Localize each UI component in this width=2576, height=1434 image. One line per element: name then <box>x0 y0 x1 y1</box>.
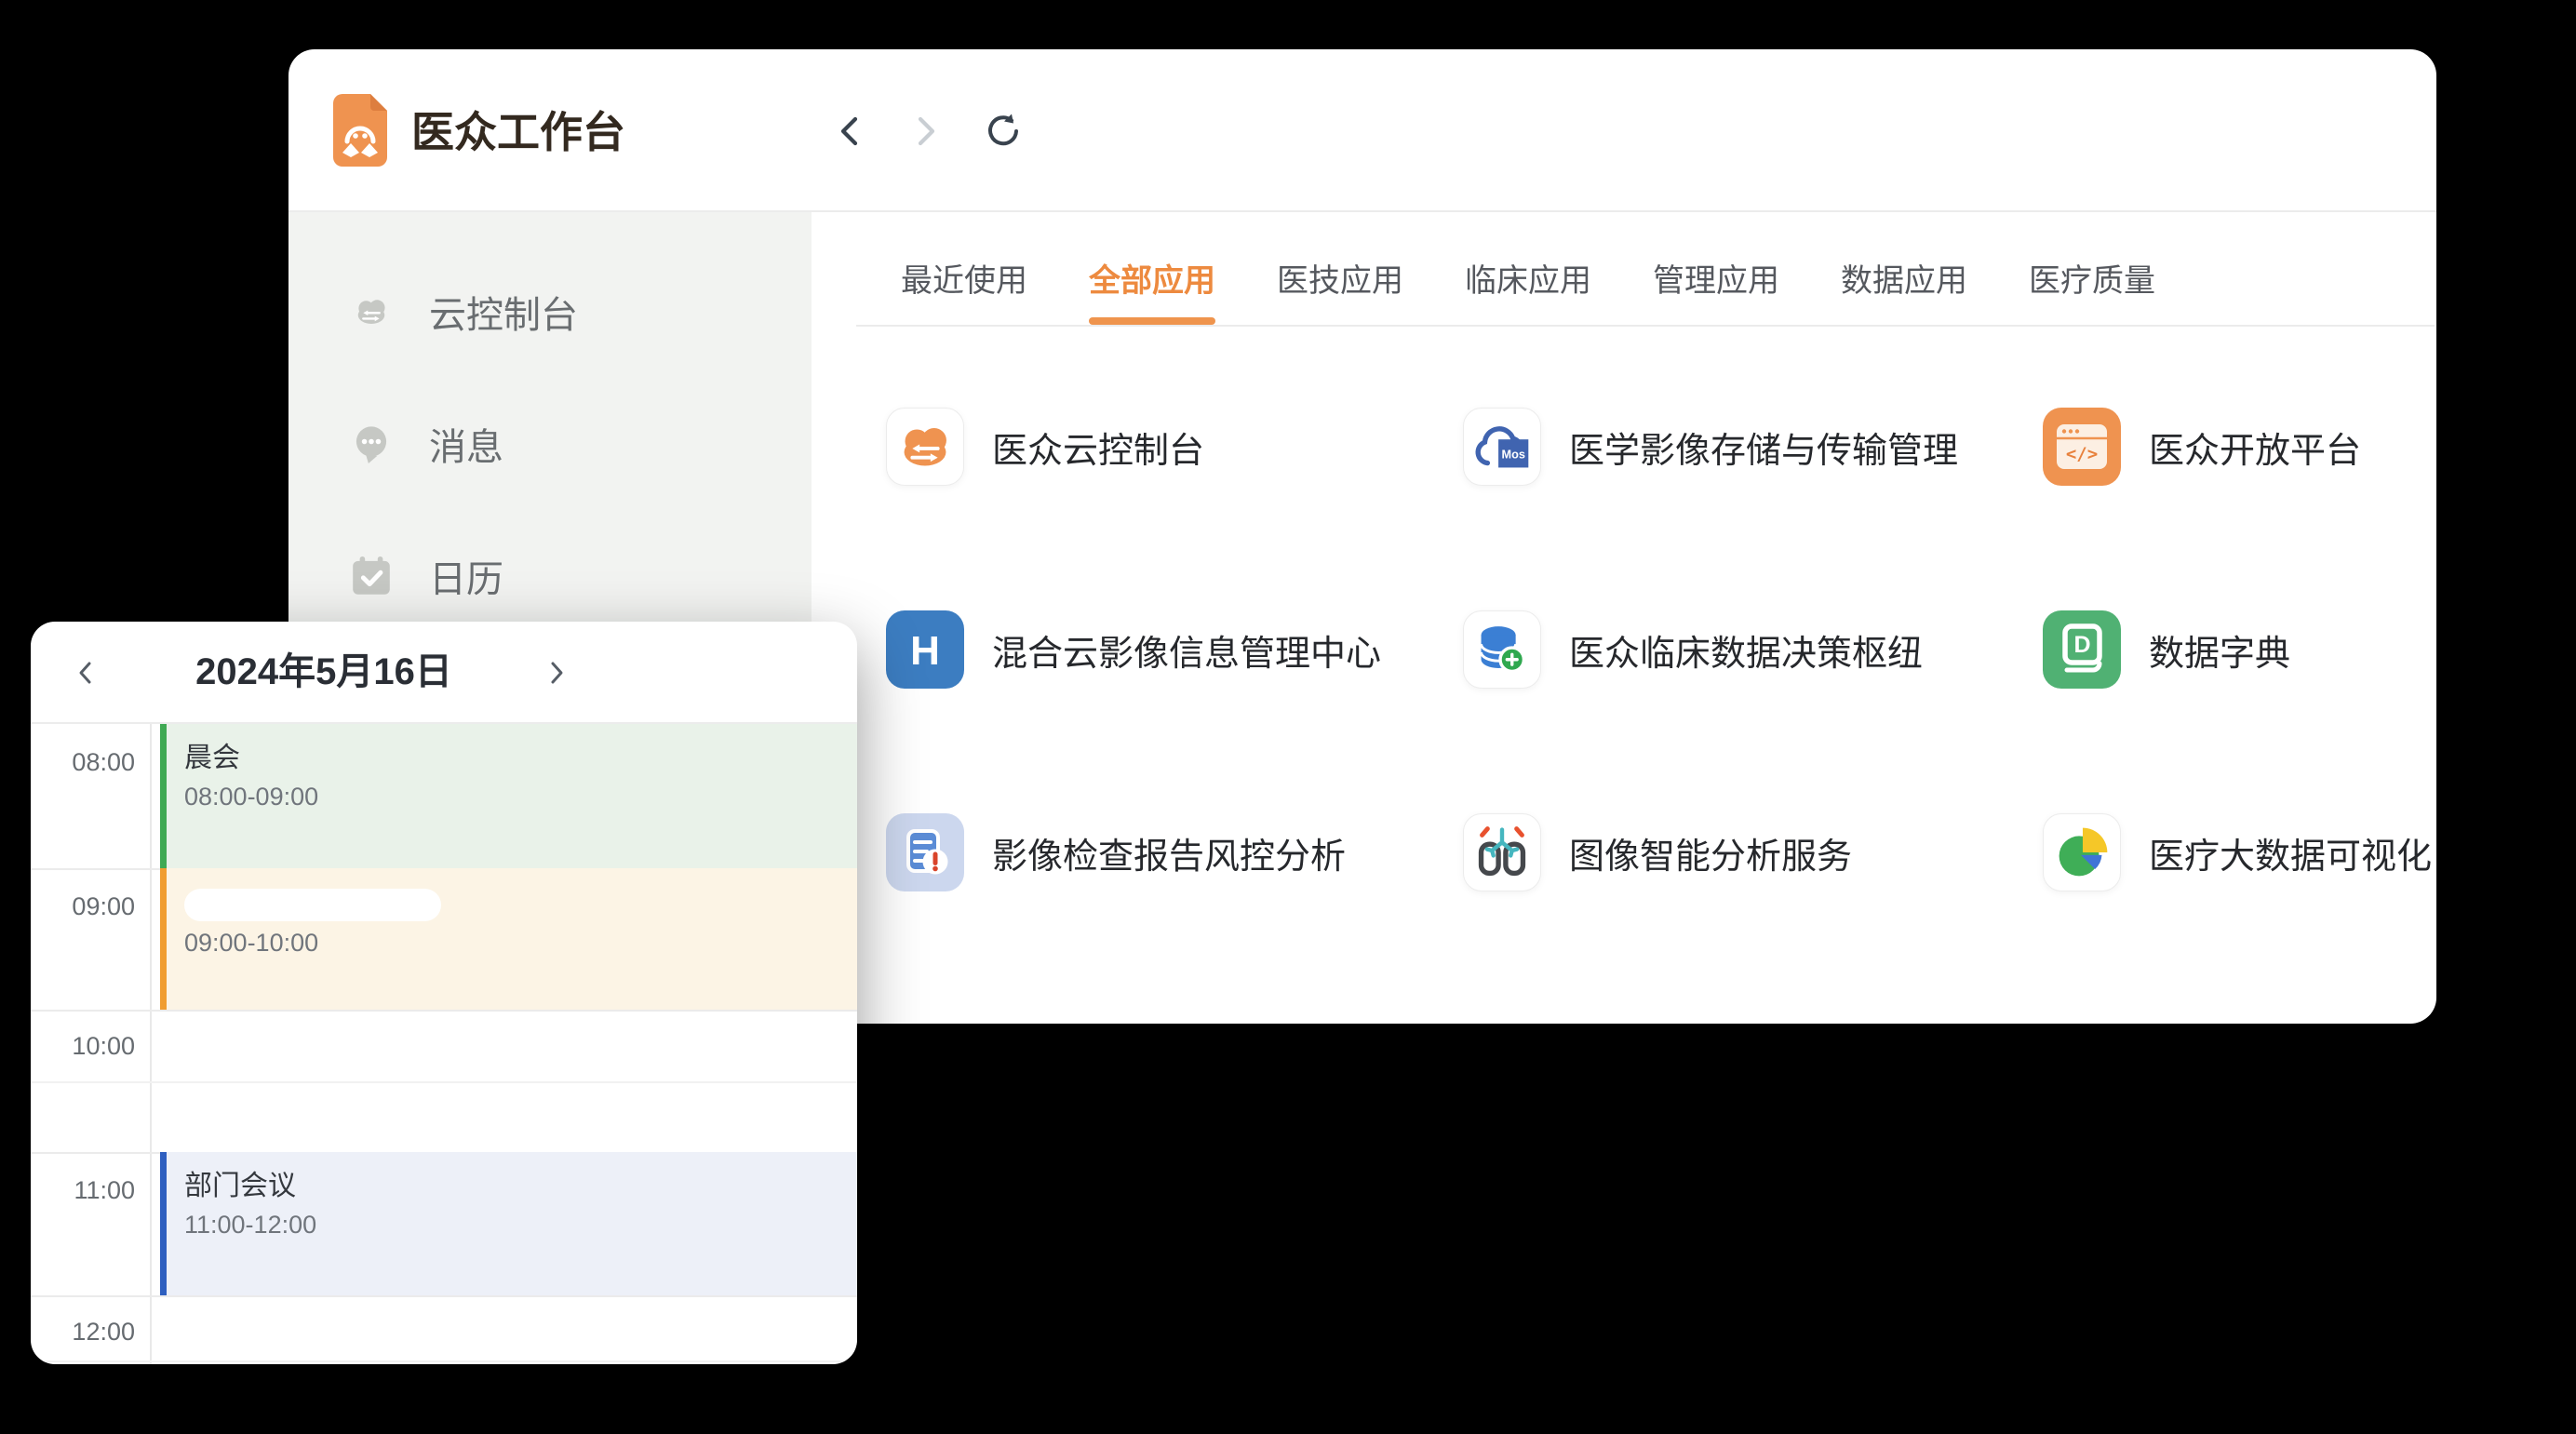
tab-data-apps[interactable]: 数据应用 <box>1841 255 1967 325</box>
event-accent-bar <box>160 1152 167 1295</box>
tab-clinical-apps[interactable]: 临床应用 <box>1465 255 1591 325</box>
app-item-cloud-console[interactable]: 医众云控制台 <box>886 408 1463 486</box>
sidebar-item-cloud-console[interactable]: 云控制台 <box>288 246 812 378</box>
svg-text:Mos: Mos <box>1502 449 1525 462</box>
time-label: 11:00 <box>31 1176 135 1205</box>
app-item-image-ai-analysis[interactable]: 图像智能分析服务 <box>1463 813 2043 891</box>
app-label: 数据字典 <box>2149 624 2290 676</box>
svg-text:H: H <box>910 628 940 674</box>
app-item-imaging-storage[interactable]: Mos 医学影像存储与传输管理 <box>1463 408 2043 486</box>
app-label: 图像智能分析服务 <box>1569 827 1852 878</box>
app-item-data-dictionary[interactable]: D 数据字典 <box>2043 610 2436 689</box>
window-header: 医众工作台 <box>288 49 2436 212</box>
sidebar-item-label: 云控制台 <box>429 285 578 339</box>
apps-grid: 医众云控制台 Mos 医学影像存储与传输管理 <box>886 408 2436 891</box>
app-label: 医众开放平台 <box>2149 422 2361 473</box>
sidebar-item-label: 消息 <box>429 417 503 471</box>
time-label: 10:00 <box>31 1032 135 1061</box>
event-time: 11:00-12:00 <box>184 1211 857 1239</box>
grid-line <box>31 1360 857 1362</box>
app-label: 医众临床数据决策枢纽 <box>1569 624 1923 676</box>
app-item-hybrid-cloud-imaging[interactable]: H 混合云影像信息管理中心 <box>886 610 1463 689</box>
tab-bar: 最近使用 全部应用 医技应用 临床应用 管理应用 数据应用 医疗质量 <box>901 255 2436 325</box>
calendar-prev-button[interactable] <box>60 648 111 698</box>
cloud-console-icon <box>347 288 396 336</box>
app-label: 混合云影像信息管理中心 <box>992 624 1381 676</box>
cloud-mos-icon: Mos <box>1463 408 1541 486</box>
grid-line <box>31 1295 857 1297</box>
app-label: 医学影像存储与传输管理 <box>1569 422 1958 473</box>
event-accent-bar <box>160 868 167 1010</box>
screen: 医众工作台 <box>0 0 2576 1434</box>
app-item-clinical-data-hub[interactable]: 医众临床数据决策枢纽 <box>1463 610 2043 689</box>
event-title: 部门会议 <box>184 1171 857 1202</box>
pie-chart-icon <box>2043 813 2121 891</box>
divider <box>856 325 2435 327</box>
sidebar-item-messages[interactable]: 消息 <box>288 378 812 510</box>
calendar-header: 2024年5月16日 <box>31 622 857 724</box>
app-label: 影像检查报告风控分析 <box>992 827 1346 878</box>
back-button[interactable] <box>830 111 871 152</box>
content-area: 最近使用 全部应用 医技应用 临床应用 管理应用 数据应用 医疗质量 <box>812 212 2436 1022</box>
event-time: 08:00-09:00 <box>184 783 857 811</box>
calendar-date-title: 2024年5月16日 <box>142 622 505 722</box>
cloud-sliders-icon <box>886 408 964 486</box>
time-label: 08:00 <box>31 748 135 777</box>
grid-line <box>31 1081 857 1083</box>
refresh-button[interactable] <box>983 111 1024 152</box>
tab-admin-apps[interactable]: 管理应用 <box>1653 255 1779 325</box>
calendar-panel: 2024年5月16日 08:00 09:00 10:00 11:00 12:00… <box>31 622 857 1364</box>
lungs-icon <box>1463 813 1541 891</box>
grid-line <box>150 724 152 1364</box>
window-title: 医众工作台 <box>411 96 625 168</box>
forward-button[interactable] <box>905 111 946 152</box>
event-title-redacted-pill <box>184 889 441 921</box>
tab-medtech-apps[interactable]: 医技应用 <box>1277 255 1403 325</box>
calendar-next-button[interactable] <box>531 648 582 698</box>
calendar-event-morning-meeting[interactable]: 晨会 08:00-09:00 <box>160 724 857 868</box>
code-window-icon: </> <box>2043 408 2121 486</box>
message-icon <box>347 420 396 468</box>
database-plus-icon <box>1463 610 1541 689</box>
tab-recent[interactable]: 最近使用 <box>901 255 1027 325</box>
sidebar-item-label: 日历 <box>429 549 503 603</box>
tab-quality[interactable]: 医疗质量 <box>2029 255 2155 325</box>
time-label: 09:00 <box>31 892 135 921</box>
app-item-report-risk-analysis[interactable]: 影像检查报告风控分析 <box>886 813 1463 891</box>
calendar-event-department-meeting[interactable]: 部门会议 11:00-12:00 <box>160 1152 857 1295</box>
app-logo-icon <box>333 94 387 167</box>
app-item-big-data-visualization[interactable]: 医疗大数据可视化 <box>2043 813 2436 891</box>
grid-line <box>31 1010 857 1012</box>
svg-text:D: D <box>2073 632 2090 658</box>
calendar-icon <box>347 552 396 600</box>
app-item-open-platform[interactable]: </> 医众开放平台 <box>2043 408 2436 486</box>
tab-all-apps[interactable]: 全部应用 <box>1089 255 1215 325</box>
app-label: 医疗大数据可视化 <box>2149 827 2432 878</box>
svg-text:</>: </> <box>2066 444 2098 464</box>
event-title: 晨会 <box>184 743 857 774</box>
report-alert-icon <box>886 813 964 891</box>
letter-h-icon: H <box>886 610 964 689</box>
dictionary-icon: D <box>2043 610 2121 689</box>
calendar-day-grid: 08:00 09:00 10:00 11:00 12:00 晨会 08:00-0… <box>31 724 857 1364</box>
time-label: 12:00 <box>31 1318 135 1347</box>
event-accent-bar <box>160 724 167 868</box>
calendar-event-redacted[interactable]: 09:00-10:00 <box>160 868 857 1010</box>
event-time: 09:00-10:00 <box>184 929 857 957</box>
app-label: 医众云控制台 <box>992 422 1204 473</box>
